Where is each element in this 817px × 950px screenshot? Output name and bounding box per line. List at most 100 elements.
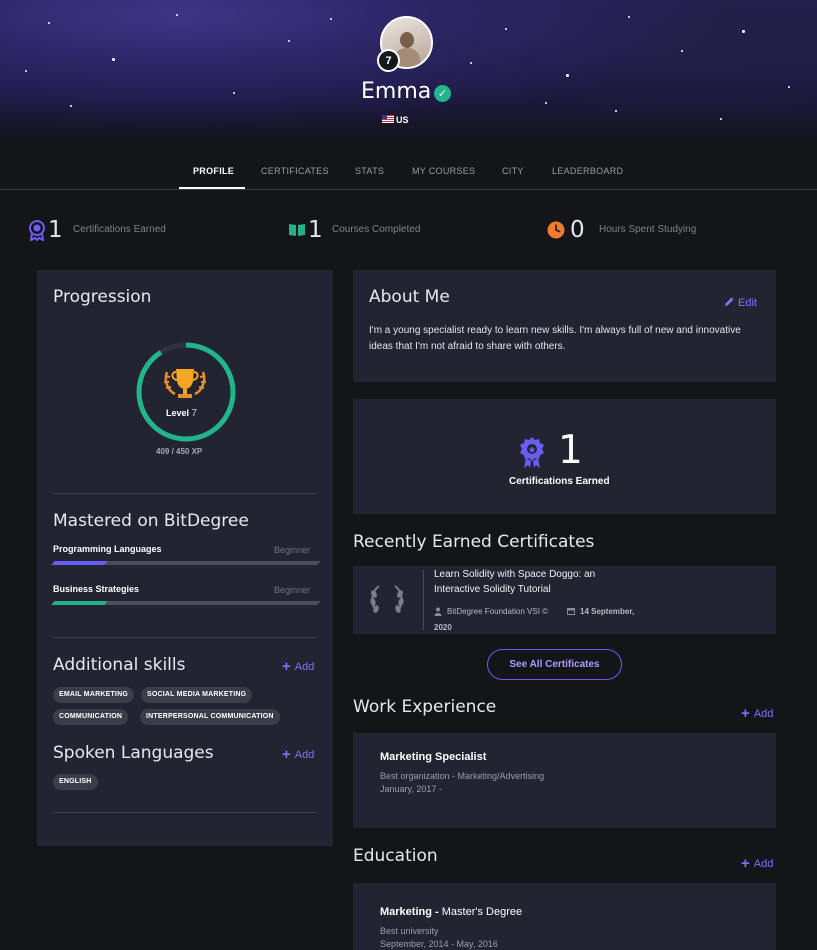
education-dates: September, 2014 - May, 2016 <box>380 939 498 949</box>
star <box>788 86 790 88</box>
star <box>505 28 507 30</box>
recent-certificates-title: Recently Earned Certificates <box>353 532 595 552</box>
open-book-icon <box>289 224 305 236</box>
skill-progress-fill <box>51 601 108 605</box>
star <box>330 18 332 20</box>
star <box>566 74 569 77</box>
divider <box>423 570 424 630</box>
education-title-line: Marketing - Master's Degree <box>380 906 522 918</box>
cert-summary-label: Certifications Earned <box>509 476 610 487</box>
star <box>70 105 72 107</box>
star <box>720 118 722 120</box>
level-number: 7 <box>191 408 198 419</box>
certificate-issuer: BitDegree Foundation VSI © <box>447 607 549 616</box>
hours-label: Hours Spent Studying <box>599 224 697 235</box>
add-language-button[interactable]: + Add <box>282 746 314 763</box>
courses-count: 1 <box>308 217 323 243</box>
divider <box>53 812 317 813</box>
skill-level: Beginner <box>274 585 311 595</box>
job-dates: January, 2017 - <box>380 784 442 794</box>
about-title: About Me <box>369 287 450 307</box>
calendar-icon <box>567 608 575 615</box>
skill-chip: SOCIAL MEDIA MARKETING <box>141 687 253 703</box>
skill-level: Beginner <box>274 545 311 555</box>
skill-chip: EMAIL MARKETING <box>53 687 134 703</box>
hours-count: 0 <box>570 217 585 243</box>
avatar-head-shape <box>400 32 414 48</box>
star <box>545 102 547 104</box>
user-icon <box>434 607 442 616</box>
certificate-medal-icon <box>520 437 544 468</box>
education-school: Best university <box>380 926 439 936</box>
tab-certificates[interactable]: CERTIFICATES <box>261 166 329 176</box>
plus-icon: + <box>282 658 291 675</box>
star <box>112 58 115 61</box>
skill-chip: COMMUNICATION <box>53 709 129 725</box>
star <box>470 62 472 64</box>
language-chip: ENGLISH <box>53 774 98 790</box>
profile-tabs: PROFILE CERTIFICATES STATS MY COURSES CI… <box>0 150 817 190</box>
skill-progress-fill <box>51 561 108 565</box>
certificate-title[interactable]: Learn Solidity with Space Doggo: an Inte… <box>434 567 644 597</box>
xp-progress-text: 409 / 450 XP <box>156 447 203 456</box>
star <box>742 30 745 33</box>
skill-chip: INTERPERSONAL COMMUNICATION <box>140 709 280 725</box>
education-title: Education <box>353 846 438 866</box>
profile-name: Emma <box>361 79 432 104</box>
additional-skills-title: Additional skills <box>53 655 186 675</box>
job-title: Marketing Specialist <box>380 751 487 763</box>
star <box>681 50 683 52</box>
cert-summary-count: 1 <box>558 428 583 473</box>
progression-title: Progression <box>53 287 152 307</box>
about-text: I'm a young specialist ready to learn ne… <box>369 325 741 352</box>
active-tab-indicator <box>179 187 245 189</box>
spoken-languages-title: Spoken Languages <box>53 743 214 763</box>
certificate-date: 14 September, <box>580 607 635 616</box>
tab-leaderboard[interactable]: LEADERBOARD <box>552 166 623 176</box>
job-organization: Best organization - Marketing/Advertisin… <box>380 771 545 781</box>
skill-name: Business Strategies <box>53 584 140 594</box>
divider <box>53 637 317 638</box>
clock-icon <box>547 221 565 239</box>
see-all-certificates-button[interactable]: See All Certificates <box>487 649 622 680</box>
divider <box>53 493 317 494</box>
star <box>176 14 178 16</box>
certificate-medal-icon <box>29 220 45 241</box>
add-work-button[interactable]: + Add <box>741 705 773 722</box>
skill-progress-bar <box>51 601 321 605</box>
star <box>628 16 630 18</box>
skill-name: Programming Languages <box>53 544 162 554</box>
star <box>48 22 50 24</box>
verified-check-icon: ✓ <box>434 85 451 102</box>
certifications-label: Certifications Earned <box>73 224 166 235</box>
pencil-icon <box>725 297 734 306</box>
certificate-year: 2020 <box>434 623 452 632</box>
education-field: Marketing - <box>380 906 439 918</box>
education-degree: Master's Degree <box>441 906 523 918</box>
star <box>615 110 617 112</box>
tab-my-courses[interactable]: MY COURSES <box>412 166 475 176</box>
trophy-icon <box>164 369 206 398</box>
work-experience-title: Work Experience <box>353 697 497 717</box>
certifications-count: 1 <box>48 217 63 243</box>
star <box>233 92 235 94</box>
us-flag-icon <box>382 115 394 123</box>
laurel-wreath-icon <box>370 585 404 613</box>
plus-icon: + <box>741 705 750 722</box>
tab-city[interactable]: CITY <box>502 166 524 176</box>
tab-stats[interactable]: STATS <box>355 166 384 176</box>
plus-icon: + <box>741 855 750 872</box>
star <box>288 40 290 42</box>
tab-profile[interactable]: PROFILE <box>193 166 234 176</box>
mastered-title: Mastered on BitDegree <box>53 511 249 531</box>
level-label: Level 7 <box>166 408 198 419</box>
add-skill-button[interactable]: + Add <box>282 658 314 675</box>
level-badge: 7 <box>377 49 400 72</box>
courses-label: Courses Completed <box>332 224 421 235</box>
country-code: US <box>396 115 409 125</box>
add-education-button[interactable]: + Add <box>741 855 773 872</box>
edit-about-button[interactable]: Edit <box>724 296 757 309</box>
skill-progress-bar <box>51 561 321 565</box>
star <box>25 70 27 72</box>
plus-icon: + <box>282 746 291 763</box>
